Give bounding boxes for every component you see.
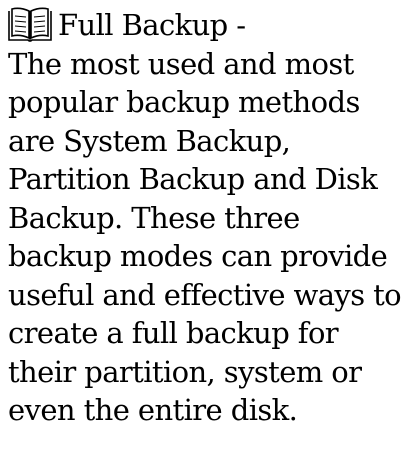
help-panel: Full Backup - The most used and most pop… <box>8 6 403 430</box>
help-text-line: The most used and most <box>8 46 354 81</box>
help-text-line: even the entire disk. <box>8 393 298 427</box>
help-title-row: Full Backup - <box>8 6 403 45</box>
help-text-line: create a full backup for <box>8 316 339 350</box>
help-text-line: are System Backup, <box>8 123 291 158</box>
help-text-line: popular backup methods <box>8 85 360 119</box>
help-text-line: Backup. These three <box>8 200 300 235</box>
help-title: Full Backup - <box>58 8 246 42</box>
help-text-line: useful and effective ways to <box>8 277 402 312</box>
help-text-line: Partition Backup and Disk <box>8 162 378 196</box>
book-icon <box>8 7 52 43</box>
help-text-line: their partition, system or <box>8 354 362 389</box>
help-text-line: backup modes can provide <box>8 239 388 273</box>
